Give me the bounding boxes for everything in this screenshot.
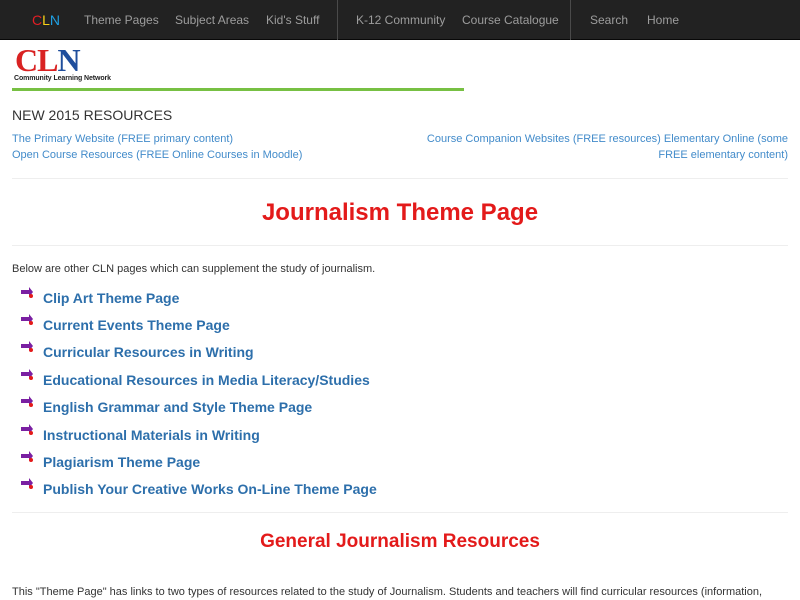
arrow-bullet-icon [20, 396, 34, 413]
clip-art-link[interactable]: Clip Art Theme Page [43, 290, 179, 306]
plagiarism-link[interactable]: Plagiarism Theme Page [43, 454, 200, 470]
page-title: Journalism Theme Page [261, 199, 539, 226]
nav-k12-community[interactable]: K-12 Community [356, 0, 445, 40]
logo-letter-c: C [15, 42, 38, 78]
divider [12, 245, 788, 246]
publish-works-link[interactable]: Publish Your Creative Works On-Line Them… [43, 481, 377, 497]
english-grammar-link[interactable]: English Grammar and Style Theme Page [43, 399, 312, 415]
arrow-bullet-icon [20, 314, 34, 331]
nav-subject-areas[interactable]: Subject Areas [175, 0, 249, 40]
nav-search[interactable]: Search [590, 0, 628, 40]
nav-kids-stuff[interactable]: Kid's Stuff [266, 0, 319, 40]
nav-course-catalogue[interactable]: Course Catalogue [462, 0, 559, 40]
list-item: Instructional Materials in Writing [20, 421, 377, 448]
arrow-bullet-icon [20, 368, 34, 386]
elementary-online-link[interactable]: FREE elementary content) [658, 147, 788, 163]
brand-letter-c: C [32, 12, 43, 28]
list-item: Plagiarism Theme Page [20, 448, 377, 475]
brand-letter-l: L [42, 12, 50, 28]
section-heading: General Journalism Resources [260, 531, 540, 552]
divider [12, 512, 788, 513]
nav-theme-pages[interactable]: Theme Pages [84, 0, 159, 40]
related-links-list: Clip Art Theme Page Current Events Theme… [20, 284, 377, 503]
intro-text: Below are other CLN pages which can supp… [12, 263, 376, 275]
course-companion-link[interactable]: Course Companion Websites (FREE resource… [427, 131, 788, 147]
list-item: Curricular Resources in Writing [20, 339, 377, 366]
list-item: Current Events Theme Page [20, 311, 377, 338]
list-item: English Grammar and Style Theme Page [20, 394, 377, 421]
logo-tagline: Community Learning Network [14, 75, 111, 82]
divider [12, 178, 788, 179]
media-literacy-link[interactable]: Educational Resources in Media Literacy/… [43, 372, 370, 388]
nav-home[interactable]: Home [647, 0, 679, 40]
instructional-materials-link[interactable]: Instructional Materials in Writing [43, 427, 260, 443]
arrow-bullet-icon [20, 451, 34, 468]
logo-letter-n: N [57, 42, 80, 78]
current-events-link[interactable]: Current Events Theme Page [43, 317, 230, 333]
arrow-bullet-icon [20, 423, 34, 441]
list-item: Educational Resources in Media Literacy/… [20, 366, 377, 393]
logo-letter-l: L [37, 42, 58, 78]
list-item: Publish Your Creative Works On-Line Them… [20, 476, 377, 503]
brand-link[interactable]: CLN [32, 0, 60, 40]
theme-description: This "Theme Page" has links to two types… [12, 586, 763, 598]
green-divider [12, 88, 464, 91]
curricular-resources-link[interactable]: Curricular Resources in Writing [43, 344, 254, 360]
nav-divider [337, 0, 338, 40]
list-item: Clip Art Theme Page [20, 284, 377, 311]
arrow-bullet-icon [20, 478, 34, 495]
new-resources-title: NEW 2015 RESOURCES [12, 107, 173, 123]
top-navbar: CLN Theme Pages Subject Areas Kid's Stuf… [0, 0, 800, 40]
arrow-bullet-icon [20, 341, 34, 358]
open-course-resources-link[interactable]: Open Course Resources (FREE Online Cours… [12, 147, 302, 163]
cln-logo[interactable]: CLN Community Learning Network [12, 42, 132, 86]
logo-letters: CLN [15, 42, 81, 78]
brand-letter-n: N [49, 12, 61, 28]
primary-website-link[interactable]: The Primary Website (FREE primary conten… [12, 131, 233, 147]
arrow-bullet-icon [20, 286, 34, 304]
nav-divider [570, 0, 571, 40]
